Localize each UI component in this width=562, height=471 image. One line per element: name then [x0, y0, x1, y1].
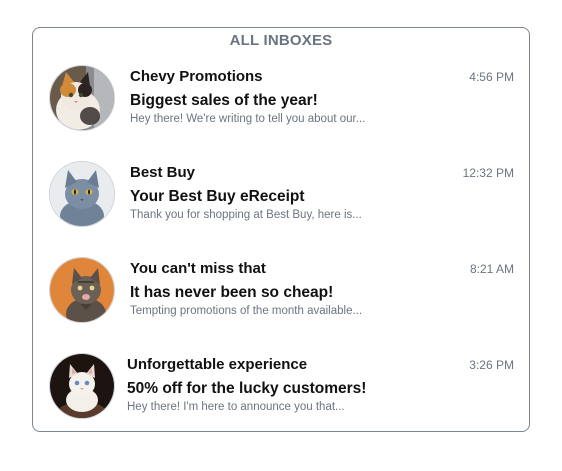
message-preview: Hey there! I'm here to announce you that…: [127, 401, 345, 413]
inbox-title: ALL INBOXES: [229, 32, 333, 49]
message-time: 3:26 PM: [469, 358, 514, 372]
inbox-list: ALL INBOXES Chevy Promotions 4:56 PM Big: [32, 27, 530, 432]
gray-cat-avatar: [49, 161, 115, 227]
calico-cat-image: [50, 66, 114, 130]
message-item-unforgettable-experience[interactable]: Unforgettable experience 3:26 PM 50% off…: [33, 349, 529, 445]
message-time: 4:56 PM: [469, 70, 514, 84]
message-sender: You can't miss that: [130, 260, 266, 277]
message-item-you-cant-miss-that[interactable]: You can't miss that 8:21 AM It has never…: [33, 253, 529, 349]
message-sender: Chevy Promotions: [130, 68, 263, 85]
gray-cat-image: [50, 162, 114, 226]
white-kitten-image: [50, 354, 114, 418]
message-item-best-buy[interactable]: Best Buy 12:32 PM Your Best Buy eReceipt…: [33, 157, 529, 253]
message-subject: 50% off for the lucky customers!: [127, 380, 367, 397]
message-preview: Thank you for shopping at Best Buy, here…: [130, 209, 362, 221]
tabby-cat-orange-bg-avatar: [49, 257, 115, 323]
message-sender: Unforgettable experience: [127, 356, 308, 373]
message-item-chevy-promotions[interactable]: Chevy Promotions 4:56 PM Biggest sales o…: [33, 61, 529, 157]
message-sender: Best Buy: [130, 164, 196, 181]
message-subject: Your Best Buy eReceipt: [130, 188, 305, 205]
message-preview: Hey there! We're writing to tell you abo…: [130, 113, 366, 125]
white-kitten-avatar: [49, 353, 115, 419]
tabby-cat-image: [50, 258, 114, 322]
message-subject: It has never been so cheap!: [130, 284, 334, 301]
calico-cat-avatar: [49, 65, 115, 131]
message-subject: Biggest sales of the year!: [130, 92, 318, 109]
message-time: 8:21 AM: [469, 262, 514, 276]
message-preview: Tempting promotions of the month availab…: [130, 305, 363, 317]
message-time: 12:32 PM: [462, 166, 514, 180]
